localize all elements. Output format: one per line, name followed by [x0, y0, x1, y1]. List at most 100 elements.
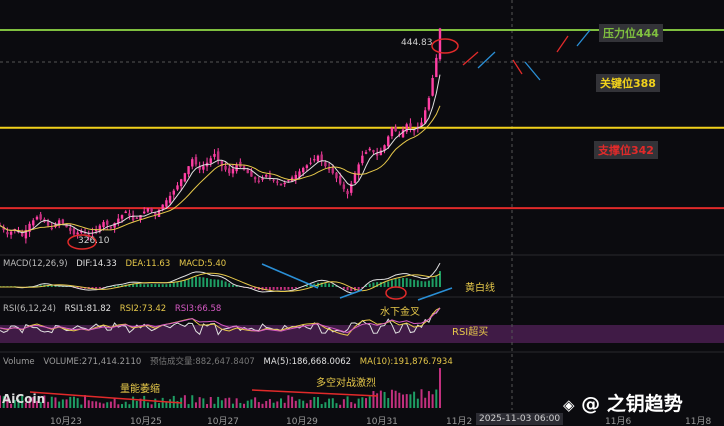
- volume-bar: [202, 398, 205, 408]
- candle-body: [172, 190, 175, 195]
- macd-bar: [206, 278, 209, 287]
- volume-bar: [121, 404, 124, 408]
- candle-body: [6, 232, 9, 235]
- volume-bar: [0, 395, 1, 408]
- candle-body: [143, 211, 146, 214]
- candle-body: [438, 28, 442, 60]
- candle-body: [338, 175, 342, 184]
- volume-bar: [280, 398, 283, 408]
- volume-bar: [261, 403, 264, 408]
- macd-bar: [435, 275, 438, 287]
- x-tick-label: 10月29: [286, 417, 318, 426]
- volume-bar: [383, 391, 386, 408]
- macd-bar: [143, 284, 146, 287]
- candle-body: [394, 126, 397, 132]
- volume-bar: [405, 394, 408, 408]
- projection-stroke-4: [556, 35, 569, 53]
- volume-bar: [353, 403, 356, 408]
- candle-body: [331, 168, 334, 174]
- candle-body: [106, 220, 109, 225]
- macd-bar: [220, 280, 223, 287]
- macd-bar: [420, 281, 423, 287]
- volume-bar: [217, 396, 220, 408]
- volume-shrink-annotation: 量能萎缩: [120, 384, 160, 395]
- candle-body: [265, 174, 268, 177]
- candle-body: [294, 174, 297, 180]
- volume-bar: [87, 400, 90, 408]
- macd-bar: [372, 282, 375, 287]
- volume-bar: [272, 402, 275, 408]
- macd-bar: [280, 287, 283, 290]
- candle-body: [316, 155, 320, 162]
- candle-body: [309, 162, 312, 164]
- volume-bar: [84, 395, 87, 408]
- macd-bar: [113, 285, 116, 287]
- macd-bar: [402, 278, 405, 287]
- macd-bar: [398, 278, 401, 287]
- volume-bar: [187, 404, 190, 408]
- candle-body: [35, 216, 39, 220]
- volume-bar: [117, 404, 120, 408]
- volume-bar: [143, 395, 146, 408]
- macd-bar: [157, 284, 160, 287]
- macd-bar: [194, 276, 197, 287]
- volume-bar: [368, 396, 371, 408]
- volume-bar: [132, 396, 135, 408]
- candle-body: [342, 184, 346, 189]
- resistance-level-tag: 压力位444: [599, 24, 663, 42]
- macd-bar: [150, 284, 153, 287]
- volume-bar: [320, 404, 323, 408]
- candle-body: [9, 231, 13, 235]
- projection-stroke-1: [477, 51, 496, 69]
- candle-body: [187, 166, 190, 175]
- macd-bar: [324, 282, 327, 287]
- candle-body: [39, 214, 42, 220]
- candle-body: [231, 168, 235, 174]
- volume-bar: [128, 404, 131, 408]
- volume-bar: [194, 402, 197, 408]
- candle-body: [191, 159, 194, 167]
- macd-bar: [224, 281, 227, 287]
- projection-stroke-5: [576, 29, 591, 47]
- candle-body: [253, 177, 257, 180]
- battle-annotation: 多空对战激烈: [316, 378, 376, 389]
- volume-bar: [324, 402, 327, 408]
- x-tick-label: 10月27: [207, 417, 239, 426]
- macd-bar: [416, 280, 419, 287]
- volume-bar: [228, 397, 231, 408]
- volume-bar: [283, 402, 286, 408]
- golden-cross-annotation: 水下金叉: [380, 307, 420, 318]
- macd-bar: [342, 287, 345, 289]
- macd-bar: [154, 284, 157, 287]
- volume-bar: [291, 396, 294, 408]
- macd-bar: [98, 287, 101, 289]
- candle-body: [135, 217, 139, 219]
- volume-bar: [424, 397, 427, 408]
- macd-bar: [291, 287, 294, 290]
- volume-bar: [287, 395, 290, 408]
- candle-body: [346, 190, 349, 195]
- candle-body: [335, 172, 338, 179]
- candle-body: [57, 220, 61, 225]
- volume-bar: [235, 398, 238, 408]
- macd-bar: [276, 287, 279, 290]
- volume-bar: [439, 368, 441, 408]
- volume-bar: [224, 398, 227, 408]
- candle-body: [324, 162, 327, 167]
- volume-bar: [254, 397, 257, 408]
- candle-body: [409, 123, 412, 128]
- volume-bar: [220, 400, 223, 408]
- rsi-legend: RSI(6,12,24) RSI1:81.82 RSI2:73.42 RSI3:…: [3, 304, 227, 314]
- candle-body: [246, 169, 249, 174]
- candle-body: [276, 181, 279, 183]
- candle-body: [128, 213, 131, 216]
- ma-short-line: [0, 74, 441, 234]
- volume-bar: [198, 397, 201, 408]
- candle-body: [176, 185, 179, 190]
- candle-body: [168, 195, 172, 203]
- volume-bar: [350, 402, 353, 408]
- watermark-text: @ 之钥趋势: [581, 393, 683, 415]
- volume-bar: [361, 397, 364, 408]
- rsi-label: RSI(6,12,24): [3, 304, 56, 314]
- macd-bar: [139, 284, 142, 287]
